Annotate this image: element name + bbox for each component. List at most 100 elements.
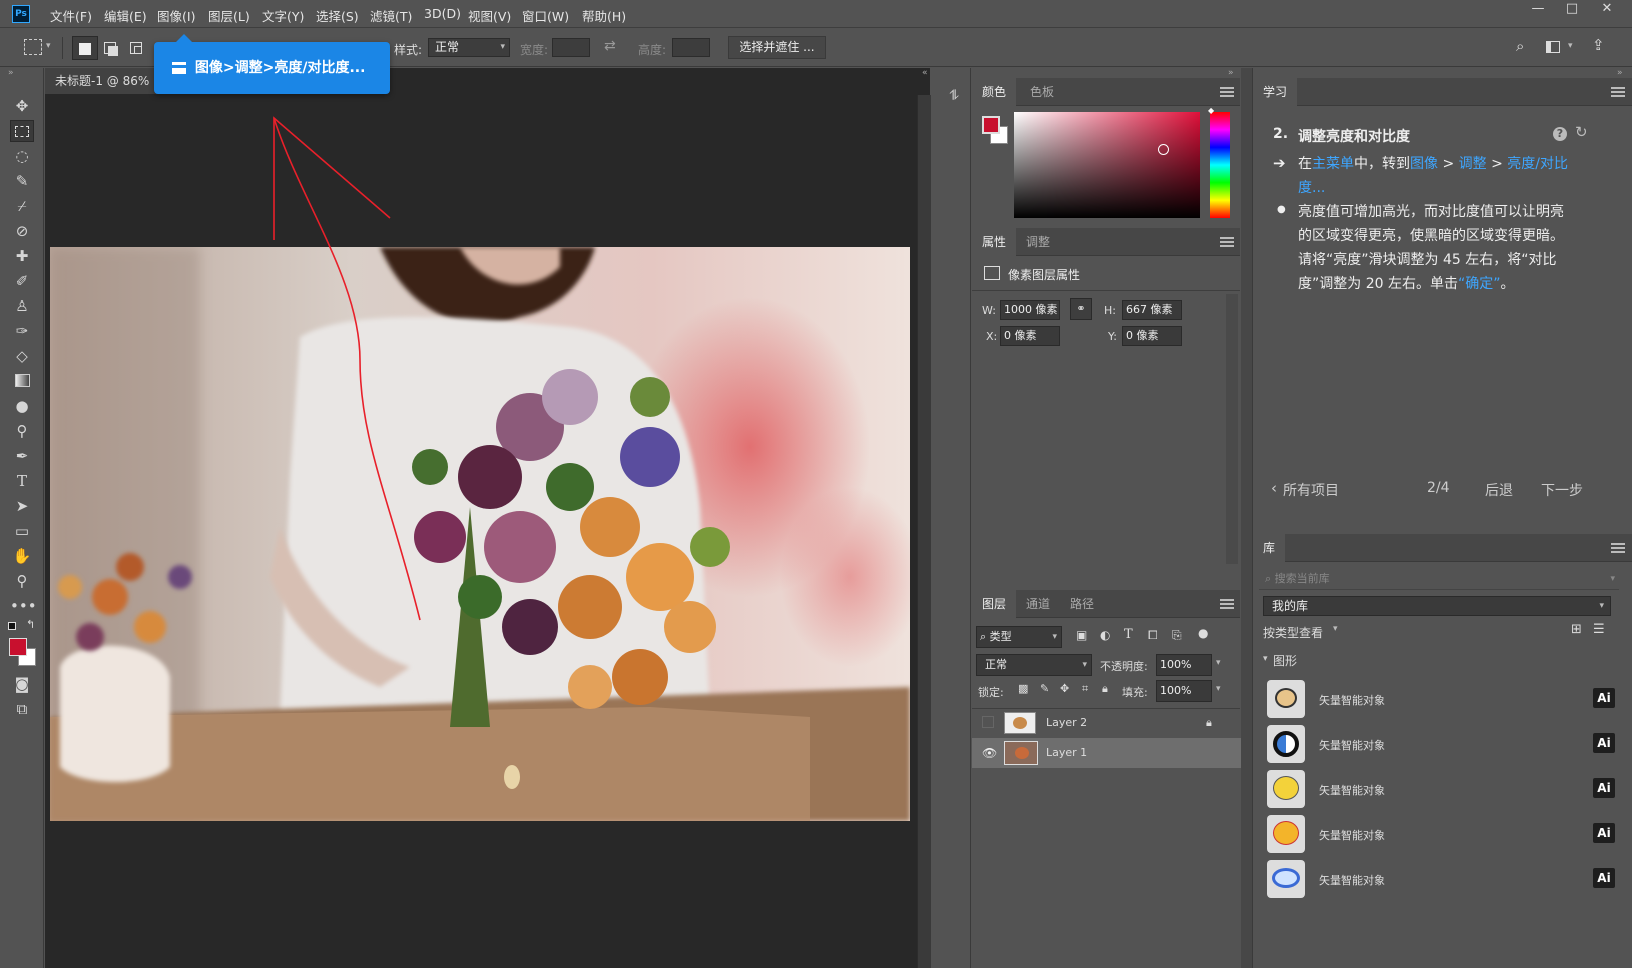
- healing-brush-tool-icon[interactable]: ✚: [10, 245, 34, 267]
- screen-mode-icon[interactable]: ⧉: [10, 698, 34, 720]
- style-select[interactable]: 正常 ▾: [428, 38, 510, 57]
- tab-libraries[interactable]: 库: [1253, 534, 1286, 562]
- move-tool-icon[interactable]: ✥: [10, 95, 34, 117]
- gradient-tool-icon[interactable]: [10, 370, 34, 392]
- grid-view-icon[interactable]: ⊞: [1571, 622, 1582, 637]
- menu-layer[interactable]: 图层(L): [208, 6, 250, 25]
- dodge-tool-icon[interactable]: ⚲: [10, 420, 34, 442]
- new-selection-button[interactable]: [72, 36, 98, 60]
- panel-menu-icon[interactable]: [1220, 87, 1234, 97]
- type-tool-icon[interactable]: T: [10, 470, 34, 492]
- collapse-icon[interactable]: »: [8, 68, 14, 78]
- tab-paths[interactable]: 路径: [1060, 590, 1104, 618]
- library-item[interactable]: 矢量智能对象 Ai: [1267, 678, 1622, 720]
- menu-window[interactable]: 窗口(W): [522, 6, 569, 25]
- all-projects-link[interactable]: 所有项目: [1283, 480, 1339, 500]
- panel-menu-icon[interactable]: [1220, 237, 1234, 247]
- filter-smart-object-icon[interactable]: ⎘: [1172, 628, 1182, 643]
- menu-3d[interactable]: 3D(D): [424, 6, 461, 21]
- reset-icon[interactable]: ↻: [1575, 123, 1588, 141]
- width-input[interactable]: [552, 38, 590, 57]
- chevron-down-icon[interactable]: ▾: [46, 41, 51, 51]
- filter-type-icon[interactable]: T: [1124, 627, 1133, 642]
- lock-transparent-icon[interactable]: ▩: [1018, 682, 1028, 695]
- foreground-color-swatch[interactable]: [9, 638, 27, 656]
- layer-row-layer-1[interactable]: 👁︎ Layer 1: [972, 738, 1242, 768]
- x-field[interactable]: 0 像素: [1000, 326, 1060, 346]
- color-picker-cursor[interactable]: [1158, 144, 1169, 155]
- tab-color[interactable]: 颜色: [972, 78, 1017, 106]
- opacity-field[interactable]: 100%: [1156, 654, 1212, 676]
- library-select[interactable]: 我的库 ▾: [1263, 596, 1611, 616]
- hand-tool-icon[interactable]: ✋: [10, 545, 34, 567]
- tab-learn[interactable]: 学习: [1253, 78, 1298, 106]
- menu-image[interactable]: 图像(I): [157, 6, 195, 25]
- eyedropper-tool-icon[interactable]: ⊘: [10, 220, 34, 242]
- chevron-down-icon[interactable]: ▾: [1333, 624, 1338, 634]
- view-by-type-label[interactable]: 按类型查看: [1263, 624, 1323, 641]
- lock-artboard-icon[interactable]: ⌗: [1082, 682, 1088, 696]
- link-main-menu[interactable]: 主菜单: [1312, 156, 1354, 172]
- search-icon[interactable]: ⌕: [1516, 37, 1524, 55]
- minimize-button[interactable]: —: [1521, 0, 1555, 20]
- tab-layers[interactable]: 图层: [972, 590, 1017, 618]
- library-search-input[interactable]: ⌕ 搜索当前库 ▾: [1259, 568, 1619, 590]
- lock-position-icon[interactable]: ✥: [1060, 682, 1069, 695]
- more-tools-icon[interactable]: •••: [10, 595, 37, 617]
- quick-mask-icon[interactable]: ◙: [10, 673, 34, 695]
- width-field[interactable]: 1000 像素: [1000, 300, 1060, 320]
- color-field[interactable]: [1014, 112, 1200, 218]
- link-brightness-contrast[interactable]: 亮度/对比: [1507, 156, 1568, 172]
- tab-adjustments[interactable]: 调整: [1016, 228, 1060, 256]
- canvas-image[interactable]: [50, 247, 910, 821]
- library-item[interactable]: 矢量智能对象 Ai: [1267, 858, 1622, 900]
- panel-menu-icon[interactable]: [1611, 87, 1625, 97]
- history-panel-icon[interactable]: ⥮: [949, 88, 959, 104]
- default-colors-icon[interactable]: [8, 622, 16, 630]
- link-brightness-contrast-cont[interactable]: 度...: [1298, 180, 1325, 196]
- panel-menu-icon[interactable]: [1611, 543, 1625, 553]
- shape-tool-icon[interactable]: ▭: [10, 520, 34, 542]
- filter-pixel-icon[interactable]: ▣: [1076, 628, 1087, 642]
- brush-tool-icon[interactable]: ✐: [10, 270, 34, 292]
- menu-type[interactable]: 文字(Y): [262, 6, 304, 25]
- filter-adjustment-icon[interactable]: ◐: [1100, 628, 1110, 642]
- quick-select-tool-icon[interactable]: ✎: [10, 170, 34, 192]
- menu-view[interactable]: 视图(V): [468, 6, 511, 25]
- blend-mode-select[interactable]: 正常 ▾: [976, 654, 1092, 676]
- lasso-tool-icon[interactable]: ◌: [10, 145, 34, 167]
- chevron-down-icon[interactable]: ▾: [1216, 684, 1221, 694]
- close-button[interactable]: ✕: [1590, 0, 1624, 20]
- library-item[interactable]: 矢量智能对象 Ai: [1267, 768, 1622, 810]
- clone-stamp-tool-icon[interactable]: ♙: [10, 295, 34, 317]
- marquee-tool-icon[interactable]: [10, 120, 34, 142]
- y-field[interactable]: 0 像素: [1122, 326, 1182, 346]
- filter-shape-icon[interactable]: ⧠: [1148, 628, 1158, 643]
- library-item[interactable]: 矢量智能对象 Ai: [1267, 813, 1622, 855]
- zoom-tool-icon[interactable]: ⚲: [10, 570, 34, 592]
- vertical-scrollbar[interactable]: [917, 95, 931, 968]
- layer-filter-select[interactable]: ⌕ 类型 ▾: [976, 626, 1062, 648]
- help-icon[interactable]: ?: [1553, 127, 1567, 141]
- menu-filter[interactable]: 滤镜(T): [370, 6, 412, 25]
- library-item[interactable]: 矢量智能对象 Ai: [1267, 723, 1622, 765]
- visibility-toggle-empty[interactable]: [982, 716, 994, 728]
- height-input[interactable]: [672, 38, 710, 57]
- chevron-down-icon[interactable]: ▾: [1263, 654, 1268, 664]
- select-and-mask-button[interactable]: 选择并遮住 ...: [728, 36, 826, 59]
- filter-toggle-icon[interactable]: ●: [1198, 626, 1208, 640]
- crop-tool-icon[interactable]: ⌿: [10, 195, 34, 217]
- collapse-icon[interactable]: «: [922, 68, 928, 78]
- tab-channels[interactable]: 通道: [1016, 590, 1060, 618]
- panel-menu-icon[interactable]: [1220, 599, 1234, 609]
- maximize-button[interactable]: □: [1555, 0, 1589, 20]
- lock-pixels-icon[interactable]: ✎: [1040, 682, 1049, 695]
- link-image[interactable]: 图像: [1410, 156, 1438, 172]
- list-view-icon[interactable]: ☰: [1593, 622, 1605, 637]
- link-ok[interactable]: “确定”: [1458, 276, 1501, 292]
- menu-select[interactable]: 选择(S): [316, 6, 359, 25]
- history-brush-tool-icon[interactable]: ✑: [10, 320, 34, 342]
- link-adjustments[interactable]: 调整: [1459, 156, 1487, 172]
- swap-colors-icon[interactable]: ↰: [26, 618, 35, 631]
- lock-all-icon[interactable]: 🔒︎: [1102, 682, 1108, 696]
